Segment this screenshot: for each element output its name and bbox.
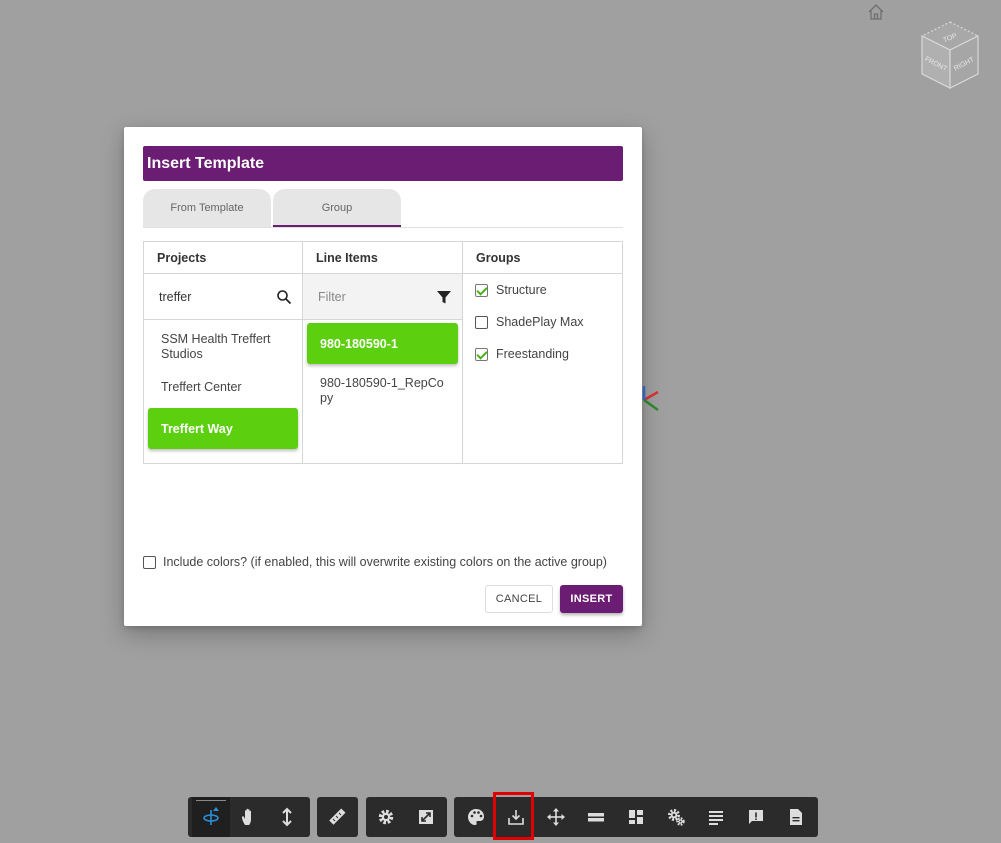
line-items-filter [303,274,462,320]
document-icon [790,809,802,825]
toolbar-measure-group [317,797,358,837]
toolbar-insert-template-button[interactable] [496,797,536,837]
toolbar-measure-button[interactable] [317,797,357,837]
line-item-980-180590-1[interactable]: 980-180590-1 [307,323,458,364]
pan-hand-icon [242,808,251,825]
axis-gizmo [642,386,659,412]
ruler-icon [329,808,346,825]
group-checkbox-freestanding[interactable] [475,347,488,361]
group-item-label: Freestanding [496,347,569,361]
cancel-button[interactable]: CANCEL [485,585,553,613]
feedback-icon [749,810,763,824]
line-item-label: 980-180590-1 [320,336,398,351]
toolbar-text-button[interactable] [696,797,736,837]
groups-list: Structure ShadePlay Max Freestanding [463,274,622,370]
project-item-label: SSM Health Treffert Studios [161,332,271,361]
filter-icon[interactable] [436,289,452,305]
projects-search-input[interactable] [157,289,267,305]
project-item-label: Treffert Way [161,421,233,436]
project-item-treffert-center[interactable]: Treffert Center [148,370,298,404]
include-colors-row[interactable]: Include colors? (if enabled, this will o… [143,555,607,569]
dialog-tabs: From Template Group [143,189,623,228]
dashboard-icon [629,810,643,824]
toolbar-feedback-button[interactable] [736,797,776,837]
search-icon[interactable] [276,289,292,305]
groups-header: Groups [463,242,622,274]
toolbar-vertical-move-button[interactable] [268,797,306,837]
group-item-label: ShadePlay Max [496,315,584,329]
project-item-ssm-health-treffert-studios[interactable]: SSM Health Treffert Studios [148,324,298,370]
toolbar-gears-button[interactable] [656,797,696,837]
toolbar-pan-button[interactable] [230,797,268,837]
toolbar-resize-button[interactable] [406,797,446,837]
layers-icon [588,813,604,822]
resize-icon [419,810,433,824]
toolbar-dashboard-button[interactable] [616,797,656,837]
tab-from-template[interactable]: From Template [143,189,271,227]
toolbar-palette-button[interactable] [456,797,496,837]
selection-grid: Projects SSM Health Treffert Studios Tre… [143,241,623,464]
insert-template-dialog: Insert Template From Template Group Proj… [124,127,642,626]
project-item-label: Treffert Center [161,380,242,394]
line-items-filter-input[interactable] [316,289,426,305]
gears-icon [668,809,685,826]
line-item-980-180590-1-repcopy[interactable]: 980-180590-1_RepCopy [307,364,458,418]
download-tray-icon [508,810,524,825]
project-item-treffert-way[interactable]: Treffert Way [148,408,298,449]
line-items-column: Line Items 980-180590-1 980-180590-1_Rep… [303,242,463,463]
toolbar-navigation-group [188,797,310,837]
insert-button[interactable]: INSERT [560,585,623,613]
group-checkbox-shadeplay-max[interactable] [475,315,488,329]
group-item-structure[interactable]: Structure [463,274,622,306]
projects-header: Projects [144,242,302,274]
toolbar-tools-group [454,797,818,837]
toolbar-orbit-button[interactable] [192,797,230,837]
groups-column: Groups Structure ShadePlay Max Freestand… [463,242,622,463]
orbit-icon [203,807,219,825]
dialog-title: Insert Template [143,146,623,181]
move-arrows-icon [547,808,565,826]
group-checkbox-structure[interactable] [475,283,488,297]
line-items-header: Line Items [303,242,462,274]
include-colors-label: Include colors? (if enabled, this will o… [163,555,607,569]
toolbar-layers-button[interactable] [576,797,616,837]
tab-group[interactable]: Group [273,189,401,227]
settings-gear-icon [378,809,394,825]
view-cube[interactable]: TOP FRONT RIGHT [914,18,986,96]
toolbar-move-button[interactable] [536,797,576,837]
toolbar-settings-group [366,797,447,837]
group-item-freestanding[interactable]: Freestanding [463,338,622,370]
vertical-move-icon [282,807,292,827]
toolbar-settings-button[interactable] [366,797,406,837]
include-colors-checkbox[interactable] [143,555,156,569]
toolbar-document-button[interactable] [776,797,816,837]
group-item-label: Structure [496,283,547,297]
projects-column: Projects SSM Health Treffert Studios Tre… [144,242,303,463]
palette-icon [468,809,484,825]
group-item-shadeplay-max[interactable]: ShadePlay Max [463,306,622,338]
projects-search [144,274,302,320]
text-lines-icon [709,811,723,825]
line-item-label: 980-180590-1_RepCopy [320,376,444,405]
home-icon[interactable] [866,2,886,22]
